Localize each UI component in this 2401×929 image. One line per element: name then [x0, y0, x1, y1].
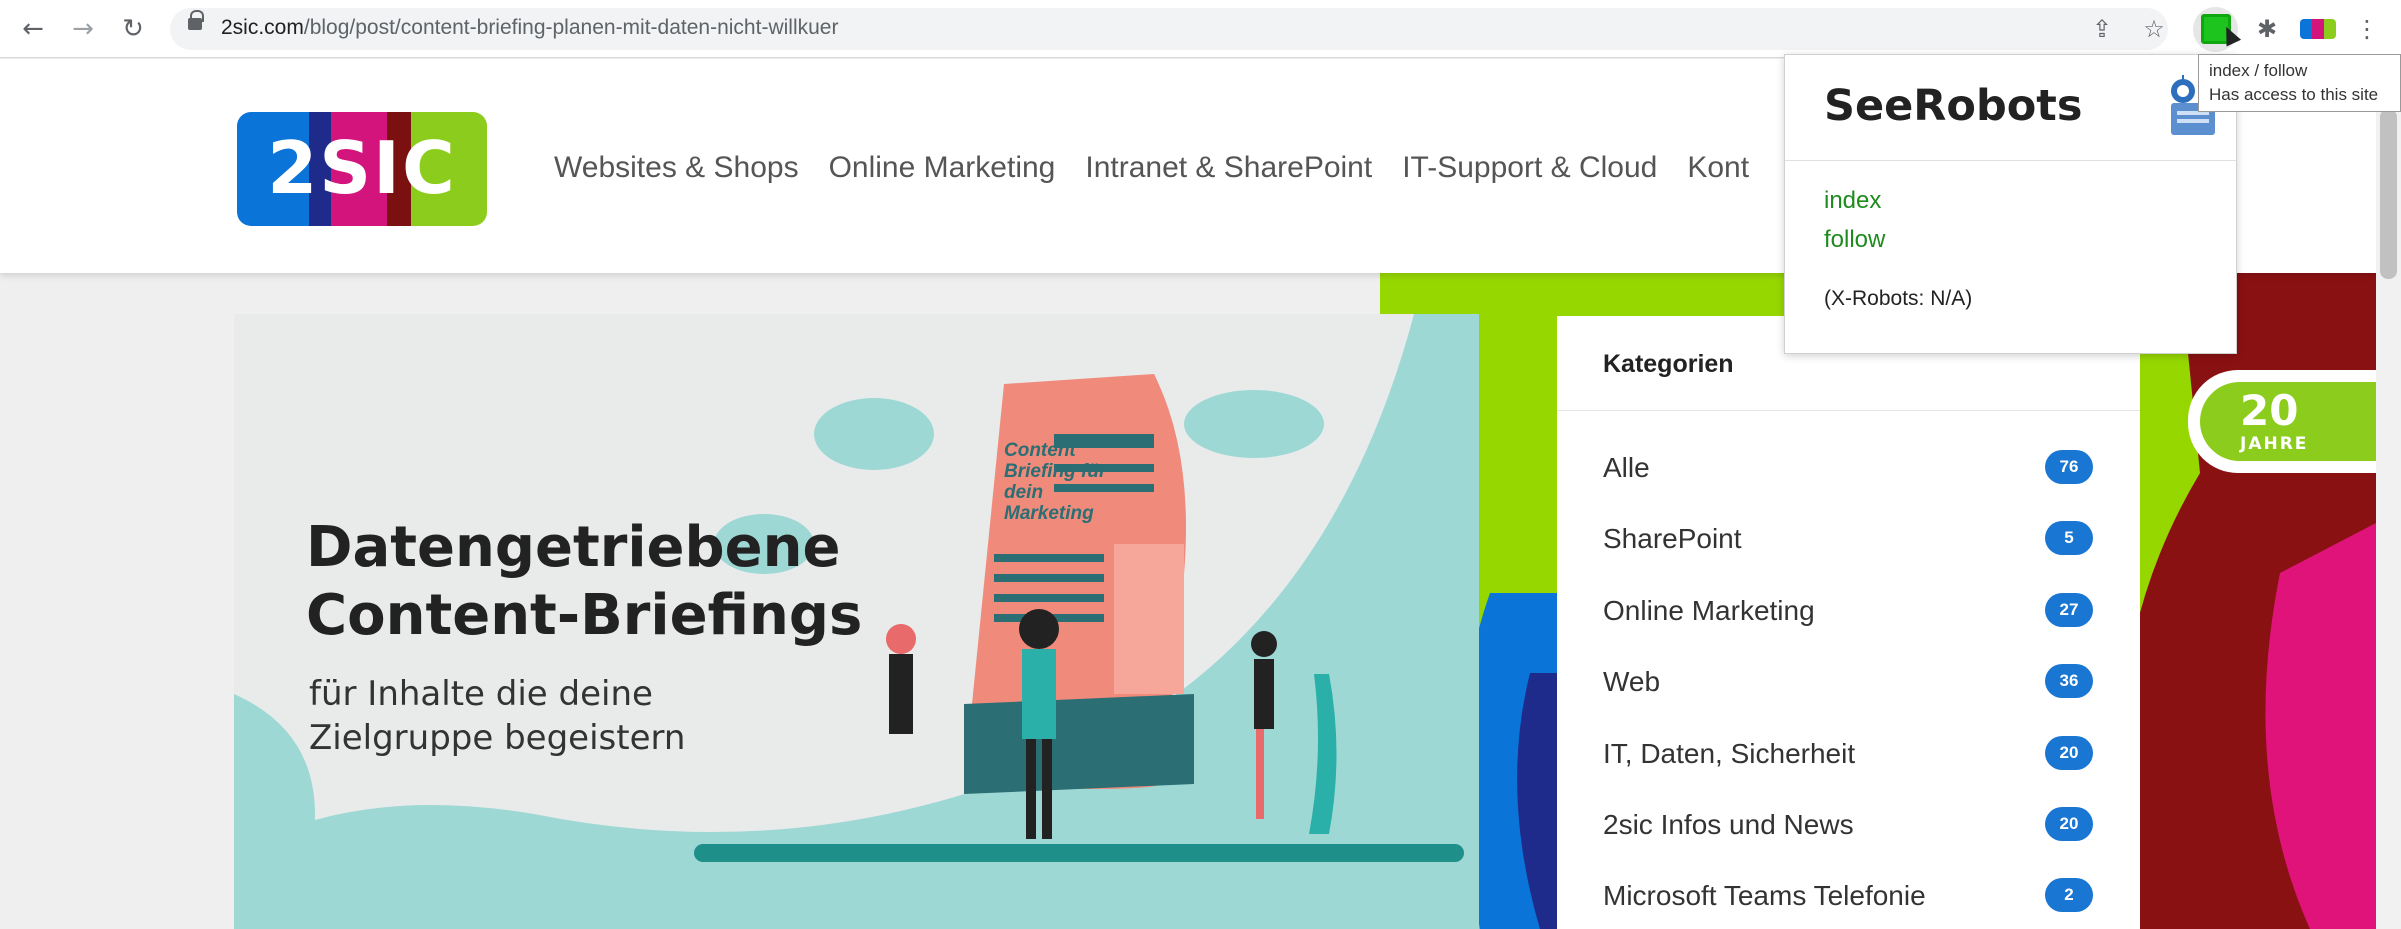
nav-it-support-cloud[interactable]: IT-Support & Cloud: [1402, 151, 1657, 185]
twenty-years-badge[interactable]: 20 JAHRE: [2188, 370, 2376, 473]
extension-tooltip: index / follow Has access to this site: [2198, 54, 2401, 112]
main-navigation: Websites & Shops Online Marketing Intran…: [554, 151, 1749, 185]
2sic-extension-icon[interactable]: [2300, 19, 2336, 39]
count-badge: 20: [2045, 736, 2093, 770]
browser-menu-icon[interactable]: ⋮: [2352, 12, 2382, 46]
nav-online-marketing[interactable]: Online Marketing: [829, 151, 1056, 185]
count-badge: 36: [2045, 664, 2093, 698]
categories-heading: Kategorien: [1603, 350, 1734, 378]
browser-toolbar: ← → ↻ 2sic.com/blog/post/content-briefin…: [0, 0, 2401, 58]
extensions-puzzle-icon[interactable]: ✱: [2250, 12, 2284, 46]
count-badge: 20: [2045, 807, 2093, 841]
category-item-it-daten-sicherheit[interactable]: IT, Daten, Sicherheit 20: [1603, 730, 2093, 770]
category-item-2sic-infos[interactable]: 2sic Infos und News 20: [1603, 801, 2093, 841]
nav-websites-shops[interactable]: Websites & Shops: [554, 151, 799, 185]
forward-icon[interactable]: →: [66, 12, 100, 46]
hero-image: Datengetriebene Content-Briefings für In…: [234, 314, 1479, 929]
tooltip-line-1: index / follow: [2209, 61, 2308, 80]
category-item-alle[interactable]: Alle 76: [1603, 444, 2093, 484]
category-item-online-marketing[interactable]: Online Marketing 27: [1603, 587, 2093, 627]
share-icon[interactable]: ⇪: [2085, 12, 2119, 46]
logo-text: 2SIC: [267, 126, 457, 210]
tooltip-line-2: Has access to this site: [2209, 85, 2379, 104]
category-item-web[interactable]: Web 36: [1603, 658, 2093, 698]
nav-kontakt[interactable]: Kont: [1687, 151, 1749, 185]
badge-label: JAHRE: [2240, 434, 2309, 454]
category-item-sharepoint[interactable]: SharePoint 5: [1603, 515, 2093, 555]
robots-follow-value: follow: [1824, 226, 1886, 253]
count-badge: 27: [2045, 593, 2093, 627]
bookmark-star-icon[interactable]: ☆: [2137, 12, 2171, 46]
back-icon[interactable]: ←: [16, 12, 50, 46]
scroll-thumb[interactable]: [2380, 109, 2397, 279]
nav-intranet-sharepoint[interactable]: Intranet & SharePoint: [1085, 151, 1372, 185]
hero-title: Datengetriebene Content-Briefings: [306, 515, 863, 648]
paper-caption: Content Briefing für dein Marketing: [1004, 440, 1107, 524]
count-badge: 2: [2045, 878, 2093, 912]
x-robots-value: (X-Robots: N/A): [1824, 287, 1973, 310]
hero-subtitle: für Inhalte die deine Zielgruppe begeist…: [309, 674, 686, 758]
page-scrollbar[interactable]: [2376, 59, 2401, 929]
seerobots-popup: SeeRobots index follow (X-Robots: N/A): [1784, 54, 2238, 354]
categories-sidebar: Kategorien Alle 76 SharePoint 5 Online M…: [1557, 316, 2140, 929]
popup-title: SeeRobots: [1824, 81, 2083, 131]
site-logo[interactable]: 2SIC: [237, 112, 487, 226]
robots-index-value: index: [1824, 187, 1882, 214]
url-text[interactable]: 2sic.com/blog/post/content-briefing-plan…: [221, 16, 838, 40]
category-item-teams-telefonie[interactable]: Microsoft Teams Telefonie 2: [1603, 872, 2093, 912]
lock-icon[interactable]: [188, 10, 204, 30]
reload-icon[interactable]: ↻: [116, 12, 150, 46]
count-badge: 76: [2045, 450, 2093, 484]
badge-number: 20: [2240, 386, 2299, 435]
count-badge: 5: [2045, 521, 2093, 555]
